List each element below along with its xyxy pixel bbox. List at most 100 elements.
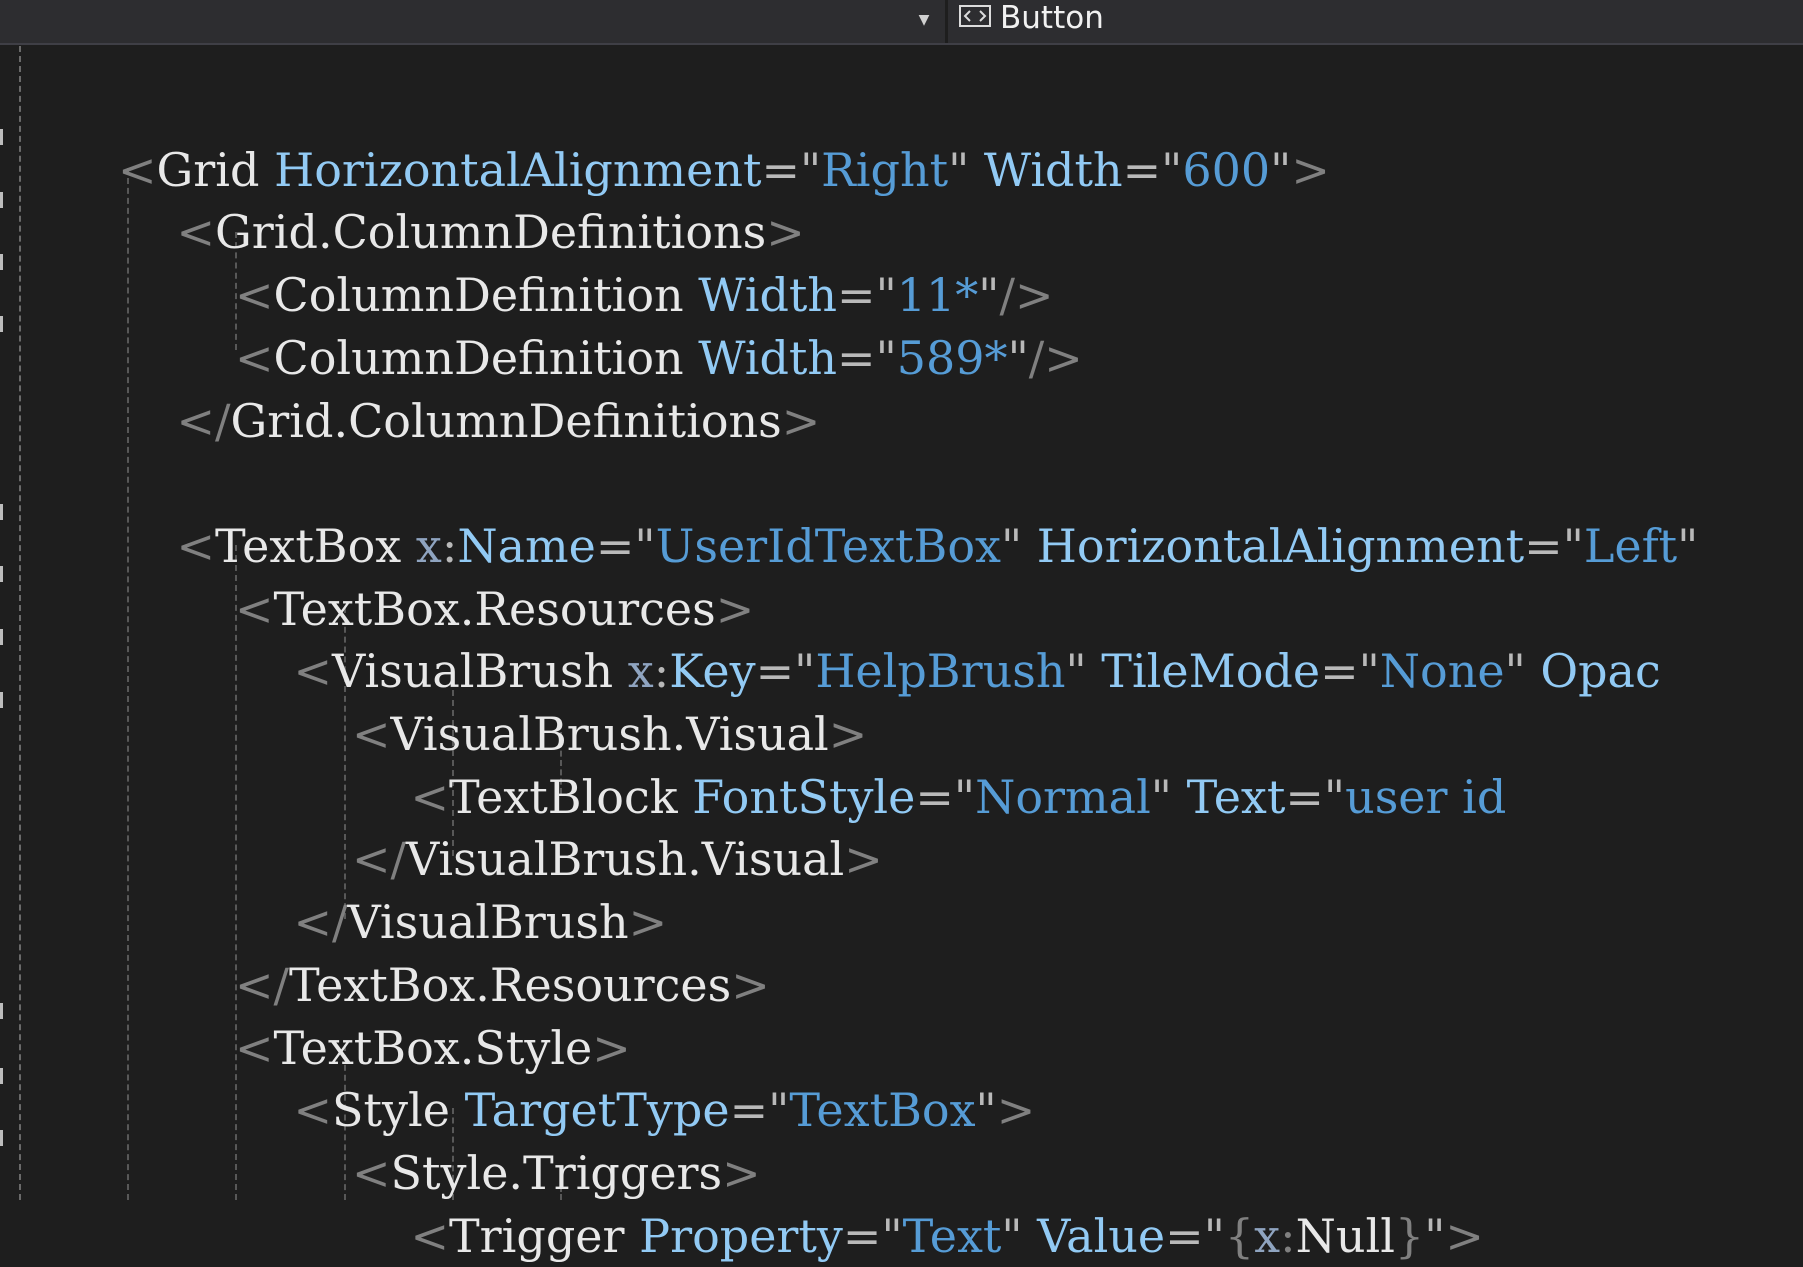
code-line[interactable]: </Grid.ColumnDefinitions> <box>118 390 821 452</box>
code-token: = <box>1320 644 1359 699</box>
code-token: = <box>842 1208 882 1263</box>
outline-marker[interactable] <box>0 254 3 270</box>
code-token: HelpBrush <box>815 644 1066 699</box>
code-line[interactable]: <ColumnDefinition Width="11*"/> <box>118 264 1054 326</box>
code-token: = <box>1122 142 1162 197</box>
code-token: " <box>875 268 897 323</box>
code-token: " <box>1323 769 1346 824</box>
outline-marker[interactable] <box>0 192 3 208</box>
code-token: > <box>592 1020 631 1075</box>
code-line[interactable]: </TextBox.Resources> <box>118 954 770 1016</box>
code-token: < <box>293 644 333 699</box>
code-token: < <box>410 769 449 824</box>
code-token: VisualBrush.Visual <box>406 832 845 887</box>
code-token: " <box>1161 142 1183 197</box>
code-line[interactable]: <Trigger Property="Text" Value="{x:Null}… <box>118 1205 1484 1267</box>
code-line[interactable]: </VisualBrush> <box>118 891 667 953</box>
code-token: 589* <box>896 330 1008 385</box>
code-token: " <box>1000 518 1023 573</box>
outline-marker[interactable] <box>0 629 3 645</box>
code-token: Normal <box>975 769 1151 824</box>
code-token: < <box>176 205 216 260</box>
code-token: " <box>881 1208 903 1263</box>
code-token: " <box>1358 644 1380 699</box>
code-line[interactable]: </VisualBrush.Visual> <box>118 828 883 890</box>
code-line[interactable]: <TextBox.Resources> <box>118 578 754 640</box>
code-line[interactable]: <Style TargetType="TextBox"> <box>118 1079 1035 1141</box>
code-token: = <box>1165 1208 1204 1263</box>
code-token: </ <box>234 957 290 1012</box>
code-token: x <box>627 644 654 699</box>
code-line[interactable]: <ColumnDefinition Width="589*"/> <box>118 327 1083 389</box>
code-token: > <box>766 205 805 260</box>
code-line[interactable]: <TextBlock FontStyle="Normal" Text="user… <box>118 766 1506 828</box>
outline-marker[interactable] <box>0 566 3 582</box>
xaml-element-icon <box>959 5 991 27</box>
code-token: < <box>234 268 274 323</box>
code-token: = <box>1524 518 1563 573</box>
code-token: > <box>1291 142 1330 197</box>
code-token: Opac <box>1540 644 1661 699</box>
code-line[interactable]: <TextBox x:Name="UserIdTextBox" Horizont… <box>118 515 1699 577</box>
code-token: > <box>996 1083 1036 1138</box>
code-token: = <box>837 268 876 323</box>
outline-marker[interactable] <box>0 1068 3 1084</box>
code-token: " <box>794 644 816 699</box>
code-token: TileMode <box>1101 644 1321 699</box>
outline-marker[interactable] <box>0 1003 3 1019</box>
outline-marker[interactable] <box>0 129 3 145</box>
navigation-bar: ▼ Button <box>0 0 1803 45</box>
code-line[interactable]: <TextBox.Style> <box>118 1017 631 1079</box>
code-token: < <box>351 707 391 761</box>
code-token: > <box>731 957 770 1012</box>
chevron-down-icon[interactable]: ▼ <box>913 9 935 31</box>
outline-marker[interactable] <box>0 504 3 520</box>
code-line[interactable]: <VisualBrush.Visual> <box>118 703 867 765</box>
outline-marker[interactable] <box>0 316 3 332</box>
code-token: Grid.ColumnDefinitions <box>215 205 767 260</box>
member-dropdown[interactable]: Button <box>948 0 1803 43</box>
type-dropdown[interactable]: ▼ <box>0 0 945 43</box>
code-token: : <box>441 518 458 573</box>
code-line[interactable]: <Grid.ColumnDefinitions> <box>118 201 805 263</box>
code-token: " <box>875 330 897 385</box>
code-token: Right <box>821 142 949 197</box>
code-token: Left <box>1583 518 1678 573</box>
code-token: < <box>118 142 157 197</box>
code-token: " <box>1562 518 1584 573</box>
code-token: " <box>634 518 656 573</box>
code-token: Width <box>698 268 838 323</box>
outline-marker[interactable] <box>0 692 3 708</box>
code-token: < <box>234 330 274 385</box>
code-token: " <box>799 142 822 197</box>
code-token: " <box>1001 1208 1023 1263</box>
code-token: > <box>828 707 868 761</box>
code-token: /> <box>1028 330 1083 385</box>
code-token: < <box>234 1020 274 1075</box>
code-token: FontStyle <box>692 769 916 824</box>
code-line[interactable]: <VisualBrush x:Key="HelpBrush" TileMode=… <box>118 640 1661 702</box>
code-token: ColumnDefinition <box>273 330 684 385</box>
code-line[interactable]: <Grid HorizontalAlignment="Right" Width=… <box>118 139 1330 201</box>
outline-marker[interactable] <box>0 1130 3 1146</box>
code-line[interactable]: <Style.Triggers> <box>118 1142 761 1204</box>
code-token: > <box>1445 1208 1484 1263</box>
